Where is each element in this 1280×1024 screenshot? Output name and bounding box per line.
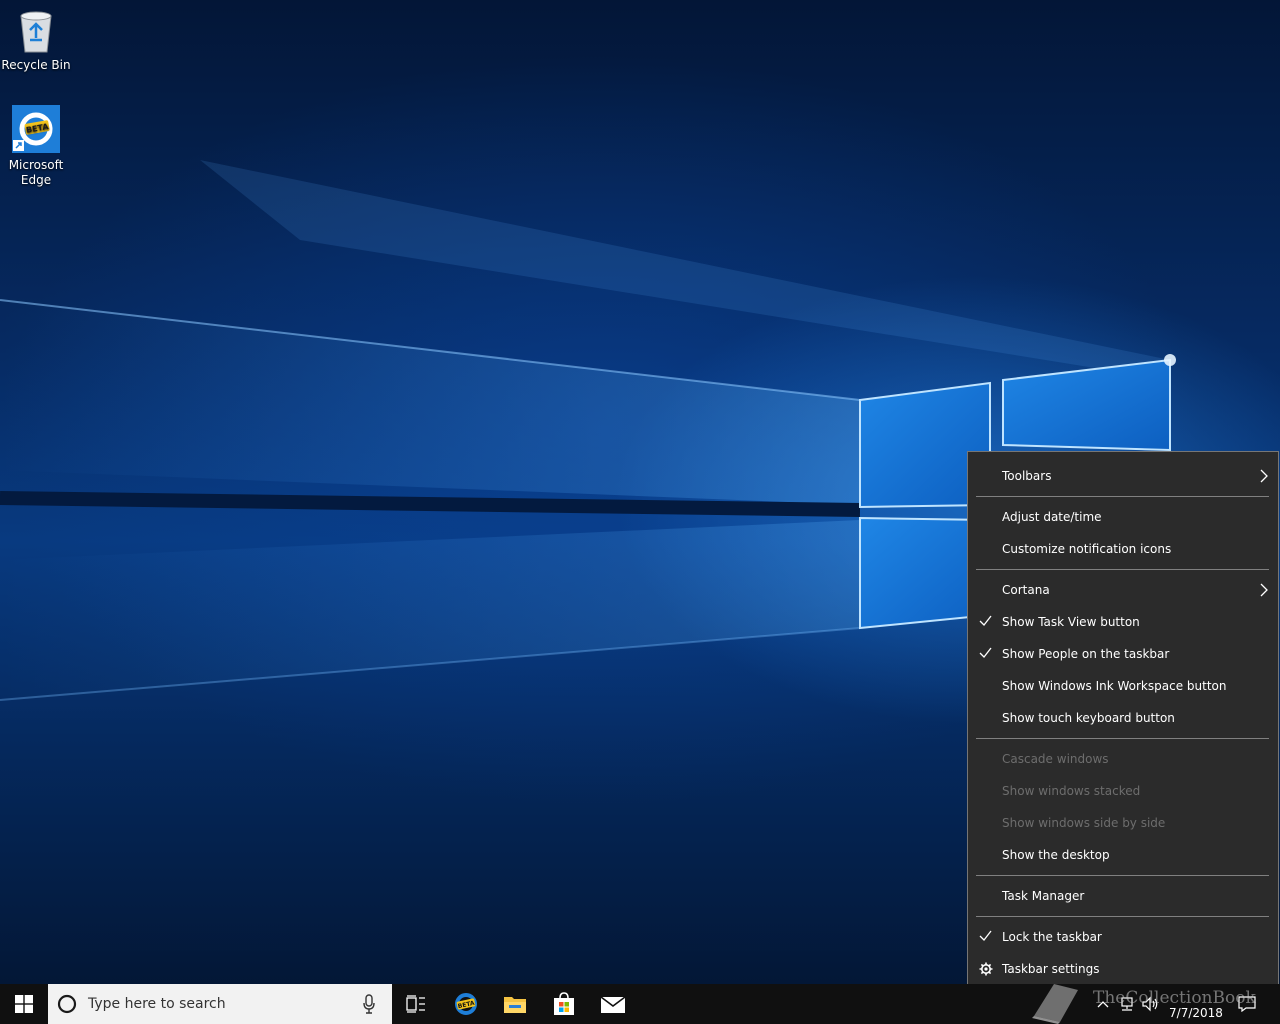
menu-item-cortana[interactable]: Cortana: [968, 574, 1278, 606]
menu-item-label: Customize notification icons: [1002, 542, 1172, 556]
file-explorer-button[interactable]: [491, 984, 539, 1024]
menu-item-label: Adjust date/time: [1002, 510, 1102, 524]
menu-item-taskbar-settings[interactable]: Taskbar settings: [968, 953, 1278, 985]
clock-date: 7/7/2018: [1169, 1006, 1223, 1020]
menu-item-label: Show People on the taskbar: [1002, 647, 1170, 661]
chevron-right-icon: [1260, 583, 1268, 597]
menu-item-show-windows-stacked: Show windows stacked: [968, 775, 1278, 807]
menu-item-show-people-on-taskbar[interactable]: Show People on the taskbar: [968, 638, 1278, 670]
recycle-bin-icon: [20, 11, 52, 53]
edge-beta-icon: BETA: [455, 993, 477, 1015]
recycle-bin-shortcut[interactable]: Recycle Bin: [0, 8, 72, 73]
microsoft-store-button[interactable]: [540, 984, 588, 1024]
windows-logo-icon: [15, 995, 33, 1013]
menu-item-adjust-date-time[interactable]: Adjust date/time: [968, 501, 1278, 533]
menu-item-label: Show Task View button: [1002, 615, 1140, 629]
microphone-icon[interactable]: [363, 994, 375, 1014]
menu-item-lock-the-taskbar[interactable]: Lock the taskbar: [968, 921, 1278, 953]
checkmark-icon: [979, 647, 992, 658]
menu-item-label: Cascade windows: [1002, 752, 1109, 766]
search-placeholder: Type here to search: [88, 996, 226, 1012]
search-box[interactable]: Type here to search: [48, 984, 392, 1024]
menu-item-label: Toolbars: [1002, 469, 1052, 483]
watermark-text: TheCollectionBook: [1093, 988, 1256, 1008]
menu-separator: [976, 569, 1269, 570]
book-logo-icon: [1032, 984, 1078, 1024]
menu-item-show-task-view-button[interactable]: Show Task View button: [968, 606, 1278, 638]
checkmark-icon: [979, 930, 992, 941]
store-bag-icon: [554, 992, 574, 1015]
menu-separator: [976, 496, 1269, 497]
taskbar-context-menu: Toolbars Adjust date/time Customize noti…: [967, 451, 1279, 994]
task-view-icon: [406, 995, 425, 1013]
menu-item-cascade-windows: Cascade windows: [968, 743, 1278, 775]
menu-separator: [976, 916, 1269, 917]
mail-button[interactable]: [589, 984, 637, 1024]
menu-item-toolbars[interactable]: Toolbars: [968, 460, 1278, 492]
menu-item-label: Task Manager: [1002, 889, 1085, 903]
microsoft-edge-label: Microsoft Edge: [8, 158, 64, 187]
edge-beta-icon: BETA: [12, 105, 60, 153]
mail-icon: [600, 996, 626, 1013]
menu-item-task-manager[interactable]: Task Manager: [968, 880, 1278, 912]
microsoft-edge-shortcut[interactable]: BETA Microsoft Edge: [0, 104, 72, 188]
menu-item-label: Show the desktop: [1002, 848, 1110, 862]
menu-item-show-windows-side-by-side: Show windows side by side: [968, 807, 1278, 839]
menu-item-label: Show Windows Ink Workspace button: [1002, 679, 1227, 693]
menu-item-show-windows-ink-workspace-button[interactable]: Show Windows Ink Workspace button: [968, 670, 1278, 702]
menu-item-show-the-desktop[interactable]: Show the desktop: [968, 839, 1278, 871]
cortana-icon: [57, 994, 77, 1014]
checkmark-icon: [979, 615, 992, 626]
start-button[interactable]: [0, 984, 48, 1024]
menu-item-label: Show windows side by side: [1002, 816, 1166, 830]
menu-item-show-touch-keyboard-button[interactable]: Show touch keyboard button: [968, 702, 1278, 734]
recycle-bin-label: Recycle Bin: [1, 58, 71, 72]
menu-item-label: Taskbar settings: [1002, 962, 1100, 976]
menu-item-customize-notification-icons[interactable]: Customize notification icons: [968, 533, 1278, 565]
task-view-button[interactable]: [392, 984, 440, 1024]
taskbar-edge-button[interactable]: BETA: [442, 984, 490, 1024]
menu-separator: [976, 875, 1269, 876]
menu-item-label: Show touch keyboard button: [1002, 711, 1175, 725]
gear-icon: [979, 962, 993, 976]
menu-separator: [976, 738, 1269, 739]
menu-item-label: Lock the taskbar: [1002, 930, 1102, 944]
taskbar[interactable]: Type here to search BETA 7/7/2018: [0, 984, 1280, 1024]
menu-item-label: Cortana: [1002, 583, 1050, 597]
folder-icon: [504, 997, 526, 1013]
chevron-right-icon: [1260, 469, 1268, 483]
menu-item-label: Show windows stacked: [1002, 784, 1141, 798]
